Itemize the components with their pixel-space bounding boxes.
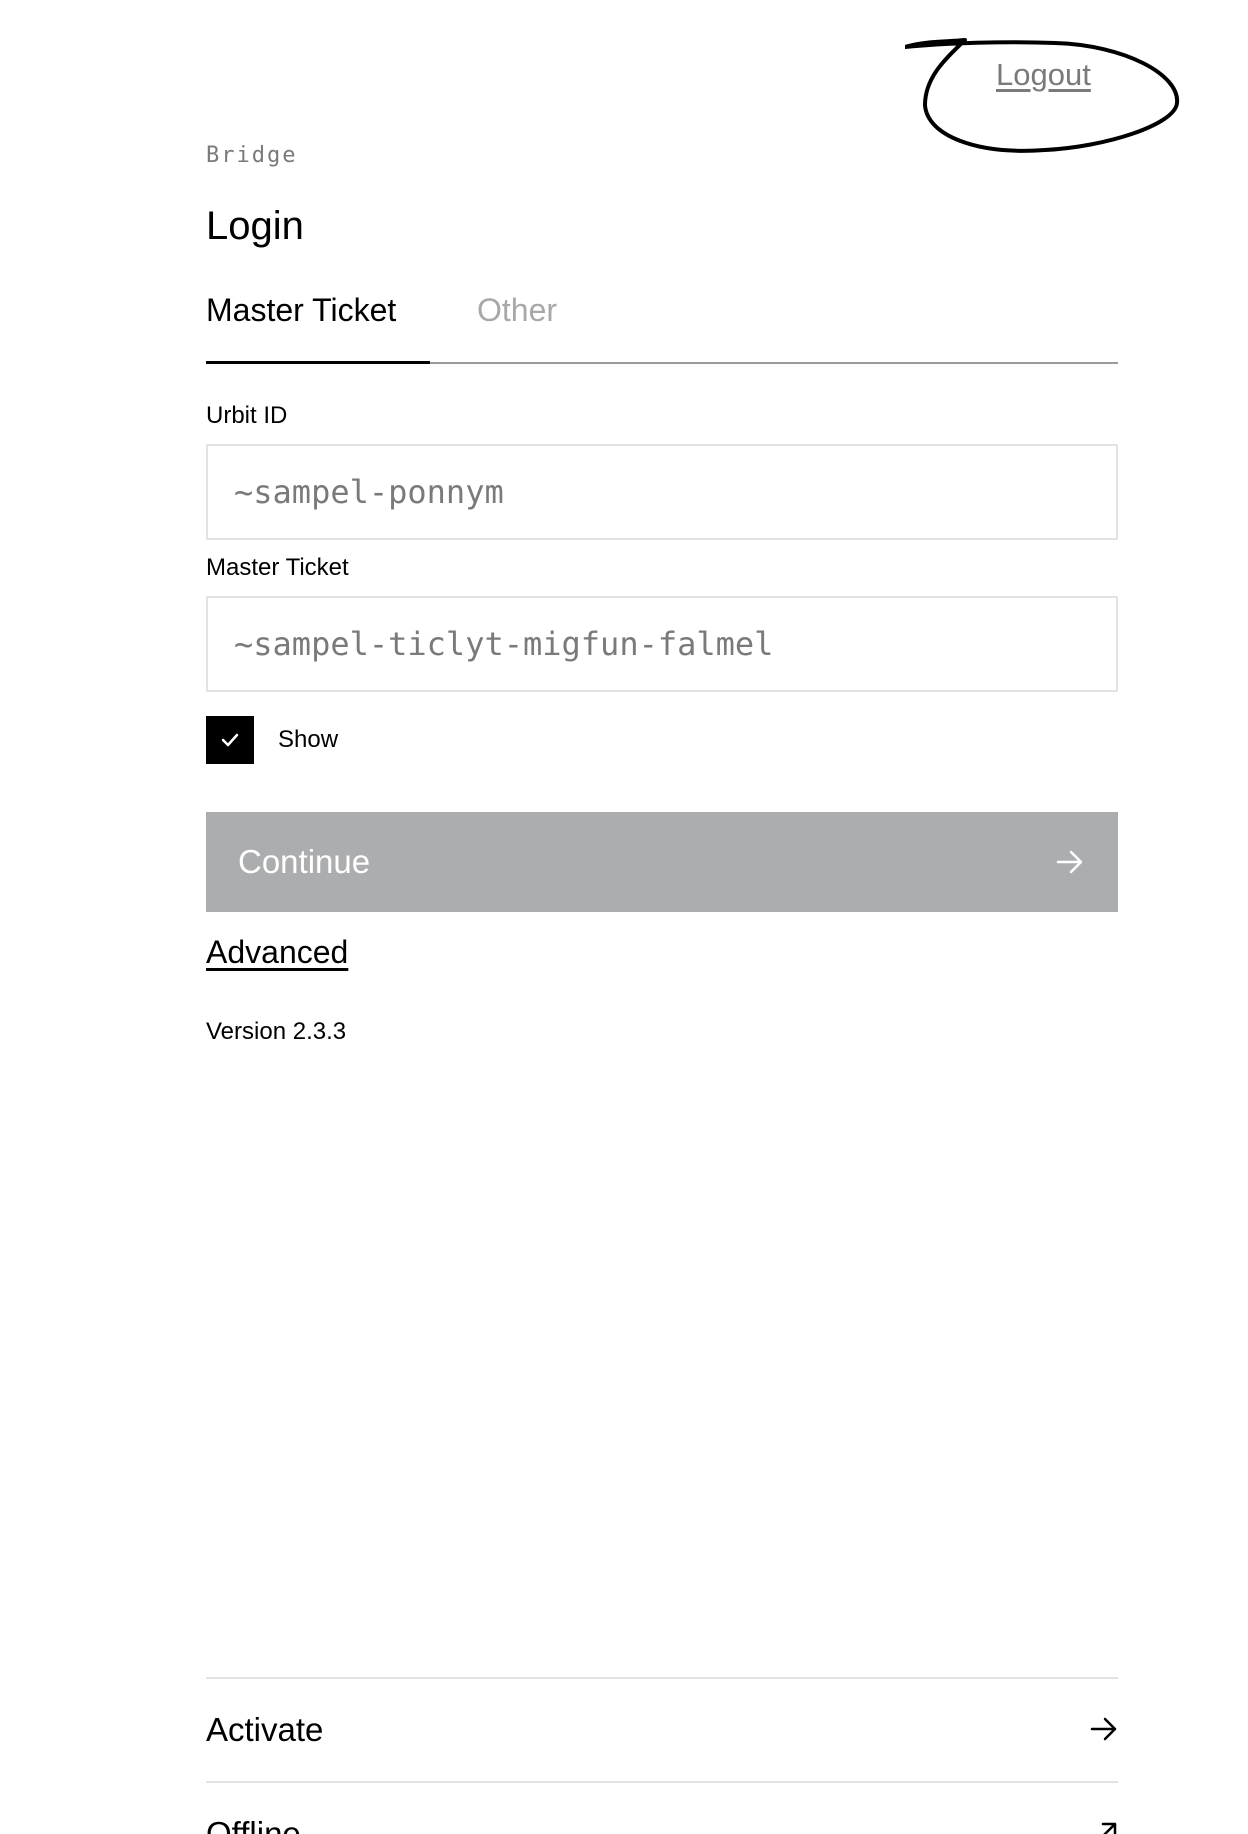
nav-item-activate[interactable]: Activate [206,1677,1118,1781]
logout-area: Logout [905,35,1185,160]
page: Logout Bridge Login Master Ticket Other … [0,0,1248,1834]
active-tab-indicator [206,361,430,364]
nav-item-label: Activate [206,1711,324,1748]
page-title: Login [206,204,304,248]
master-ticket-input[interactable] [208,598,1116,690]
show-checkbox[interactable] [206,716,254,764]
tab-other[interactable]: Other [477,292,557,329]
continue-button-label: Continue [238,843,371,880]
brand-name: Bridge [206,143,298,168]
checkmark-icon [221,733,239,747]
urbit-id-label: Urbit ID [206,402,288,429]
urbit-id-input[interactable] [208,446,1116,538]
arrow-right-icon [1090,1717,1117,1741]
logout-link[interactable]: Logout [996,57,1091,93]
master-ticket-label: Master Ticket [206,554,349,581]
bottom-nav: Activate Offline [206,1677,1118,1834]
hand-drawn-circle-annotation [905,38,1180,153]
login-tabs: Master Ticket Other [206,290,1118,364]
show-checkbox-label: Show [278,726,339,753]
master-ticket-field [206,596,1118,692]
version-text: Version 2.3.3 [206,1018,347,1045]
urbit-id-field [206,444,1118,540]
arrow-up-right-icon [1101,1822,1117,1834]
continue-button[interactable]: Continue [206,812,1118,912]
nav-item-offline[interactable]: Offline [206,1781,1118,1834]
nav-item-label: Offline [206,1815,301,1834]
tab-master-ticket[interactable]: Master Ticket [206,292,396,329]
advanced-link[interactable]: Advanced [206,934,348,971]
arrow-right-icon [1056,850,1083,874]
